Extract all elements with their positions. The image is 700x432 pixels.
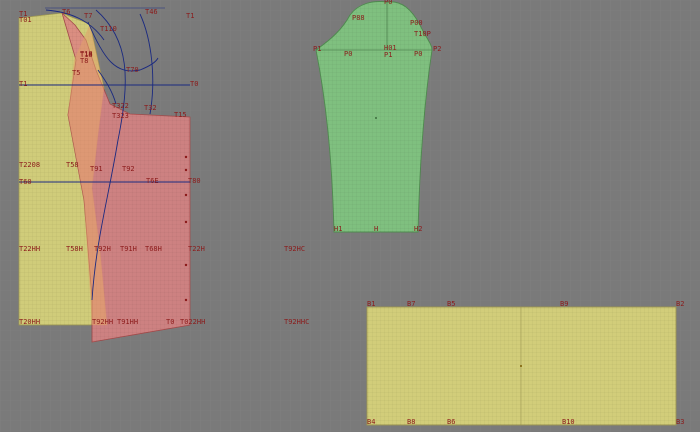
label: Т6Е bbox=[146, 177, 159, 185]
label: Т1 bbox=[186, 12, 194, 20]
label: Н bbox=[374, 225, 378, 233]
sleeve-center-point bbox=[375, 117, 377, 119]
label: Т92НН bbox=[92, 318, 113, 326]
rectangle-center-point bbox=[520, 365, 522, 367]
label: Т0 bbox=[190, 80, 198, 88]
label: В2 bbox=[676, 300, 684, 308]
label: Р00 bbox=[410, 19, 423, 27]
label: Т7 bbox=[84, 12, 92, 20]
label: Р2 bbox=[433, 45, 441, 53]
label: Т01 bbox=[19, 16, 32, 24]
label: Т022НН bbox=[180, 318, 205, 326]
label: Р0 bbox=[344, 50, 352, 58]
label: Т20НН bbox=[19, 318, 40, 326]
label: Р0 bbox=[414, 50, 422, 58]
label: Т5 bbox=[72, 69, 80, 77]
label: В9 bbox=[560, 300, 568, 308]
label: Т68Н bbox=[145, 245, 162, 253]
label: Т92НС bbox=[284, 245, 305, 253]
label: Т70 bbox=[126, 66, 139, 74]
label: В10 bbox=[562, 418, 575, 426]
label: В6 bbox=[447, 418, 455, 426]
label: Т91НН bbox=[117, 318, 138, 326]
label: В5 bbox=[447, 300, 455, 308]
label: Т91 bbox=[90, 165, 103, 173]
label: Т22НН bbox=[19, 245, 40, 253]
label: Р1 bbox=[384, 51, 392, 59]
label: Т322 bbox=[112, 102, 129, 110]
label: Т80 bbox=[188, 177, 201, 185]
label: Т58Н bbox=[66, 245, 83, 253]
label: Т15 bbox=[174, 111, 187, 119]
label: Т8 bbox=[80, 57, 88, 65]
label: Т92ННС bbox=[284, 318, 309, 326]
label: Р88 bbox=[352, 14, 365, 22]
rectangle-piece[interactable] bbox=[366, 306, 677, 426]
label: Т1 bbox=[19, 80, 27, 88]
label: Т110 bbox=[100, 25, 117, 33]
label: Т0 bbox=[166, 318, 174, 326]
label: В8 bbox=[407, 418, 415, 426]
label: Т32 bbox=[144, 104, 157, 112]
label: Т6 bbox=[62, 8, 70, 16]
label: Т60 bbox=[19, 178, 32, 186]
label: Т92Н bbox=[94, 245, 111, 253]
label: Т91Н bbox=[120, 245, 137, 253]
label: В3 bbox=[676, 418, 684, 426]
label: Т46 bbox=[145, 8, 158, 16]
label: Т10Р bbox=[414, 30, 431, 38]
label: Р0 bbox=[384, 0, 392, 6]
label: Т92 bbox=[122, 165, 135, 173]
label: В7 bbox=[407, 300, 415, 308]
label: В1 bbox=[367, 300, 375, 308]
label: Т58 bbox=[66, 161, 79, 169]
label: В4 bbox=[367, 418, 375, 426]
pattern-canvas[interactable]: Т1 Т01 Т6 Т7 Т18 Т5 Т1 Т2208 Т60 Т22НН Т… bbox=[0, 0, 700, 432]
label: Т22Н bbox=[188, 245, 205, 253]
label: Р1 bbox=[313, 45, 321, 53]
label: Т323 bbox=[112, 112, 129, 120]
label: Н2 bbox=[414, 225, 422, 233]
label: Т2208 bbox=[19, 161, 40, 169]
label: Н1 bbox=[334, 225, 342, 233]
